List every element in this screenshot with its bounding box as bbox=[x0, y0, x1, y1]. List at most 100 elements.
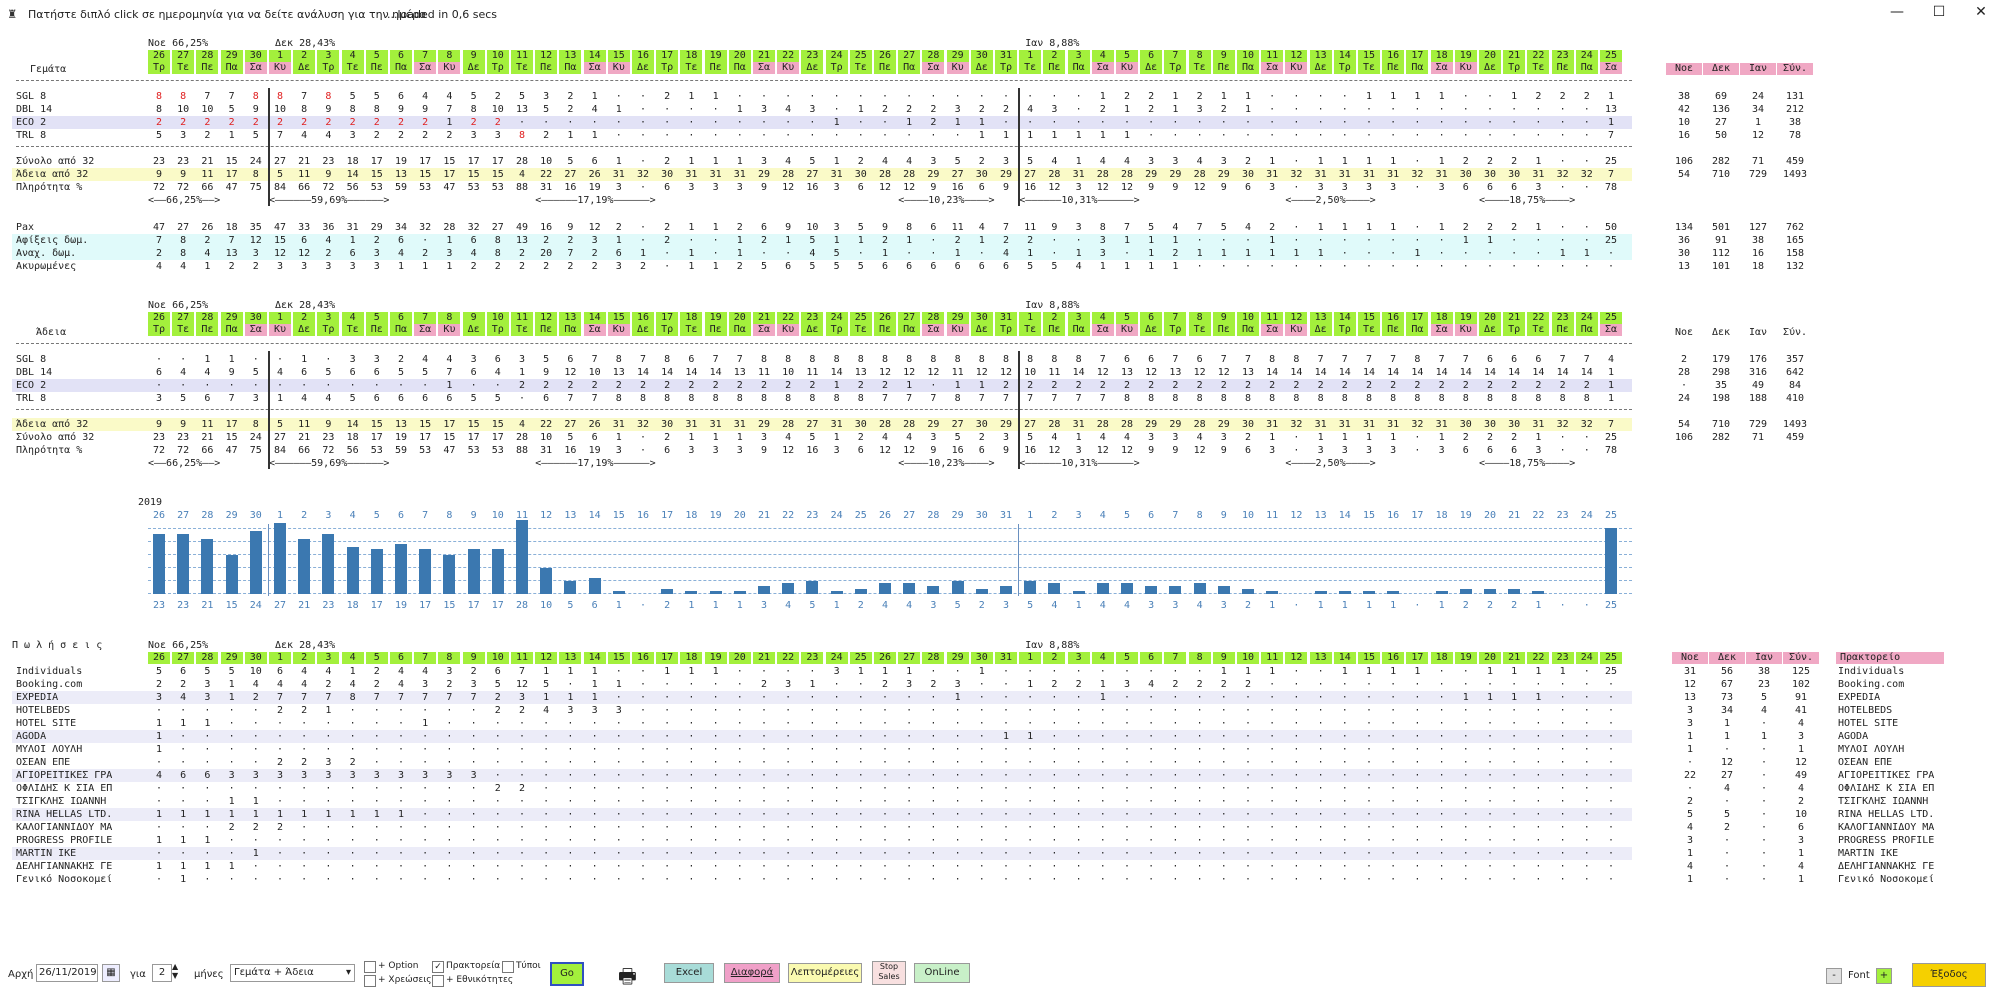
cell-value[interactable]: 8 bbox=[1406, 353, 1428, 366]
cell-value[interactable]: 3 bbox=[1382, 181, 1404, 194]
cell-value[interactable]: 2 bbox=[850, 379, 872, 392]
day-number[interactable]: 20 bbox=[728, 312, 751, 324]
cell-value[interactable]: · bbox=[705, 821, 727, 834]
cell-value[interactable]: · bbox=[1092, 769, 1114, 782]
day-number[interactable]: 7 bbox=[414, 312, 437, 324]
cell-value[interactable]: 5 bbox=[342, 392, 364, 405]
cell-value[interactable]: · bbox=[850, 795, 872, 808]
cell-value[interactable]: · bbox=[1068, 860, 1090, 873]
cell-value[interactable]: · bbox=[1479, 730, 1501, 743]
cell-value[interactable]: 3 bbox=[366, 769, 388, 782]
cell-value[interactable]: · bbox=[1237, 129, 1259, 142]
cell-value[interactable]: · bbox=[584, 782, 606, 795]
cell-value[interactable]: 3 bbox=[317, 769, 339, 782]
cell-value[interactable]: · bbox=[1068, 743, 1090, 756]
day-name[interactable]: Πε bbox=[196, 62, 219, 74]
cell-value[interactable]: 4 bbox=[293, 392, 315, 405]
cell-value[interactable]: 28 bbox=[1043, 418, 1065, 431]
exit-button[interactable]: Έξοδος bbox=[1912, 963, 1986, 987]
cell-value[interactable]: · bbox=[826, 691, 848, 704]
day-name[interactable]: Δε bbox=[462, 324, 485, 336]
cell-value[interactable]: · bbox=[777, 847, 799, 860]
cell-value[interactable]: · bbox=[1527, 704, 1549, 717]
cell-value[interactable]: · bbox=[535, 756, 557, 769]
cell-value[interactable]: · bbox=[874, 691, 896, 704]
cell-value[interactable]: · bbox=[1092, 782, 1114, 795]
day-number[interactable]: 12 bbox=[1285, 50, 1308, 62]
cell-value[interactable]: · bbox=[1189, 116, 1211, 129]
day-number[interactable]: 18 bbox=[680, 312, 703, 324]
cell-value[interactable]: · bbox=[463, 821, 485, 834]
cell-value[interactable]: 2 bbox=[1092, 103, 1114, 116]
cell-value[interactable]: · bbox=[1382, 873, 1404, 886]
cell-value[interactable]: · bbox=[656, 717, 678, 730]
cell-value[interactable]: · bbox=[1527, 808, 1549, 821]
cell-value[interactable]: 2 bbox=[148, 678, 170, 691]
cell-value[interactable]: 3 bbox=[148, 392, 170, 405]
chart-bar[interactable] bbox=[927, 586, 940, 594]
cell-value[interactable]: · bbox=[245, 717, 267, 730]
day-number[interactable]: 2 bbox=[1043, 652, 1066, 664]
cell-value[interactable]: · bbox=[874, 769, 896, 782]
cell-value[interactable]: 3 bbox=[342, 353, 364, 366]
cell-value[interactable]: · bbox=[1237, 873, 1259, 886]
cell-value[interactable]: 3 bbox=[1140, 155, 1162, 168]
cell-value[interactable]: 2 bbox=[559, 379, 581, 392]
cell-value[interactable]: 7 bbox=[971, 392, 993, 405]
cell-value[interactable]: 1 bbox=[1116, 129, 1138, 142]
cell-value[interactable]: · bbox=[971, 691, 993, 704]
cell-value[interactable]: · bbox=[777, 860, 799, 873]
cell-value[interactable]: · bbox=[1116, 704, 1138, 717]
cell-value[interactable]: 16 bbox=[1019, 444, 1041, 457]
cell-value[interactable]: · bbox=[342, 379, 364, 392]
cell-value[interactable]: 17 bbox=[487, 431, 509, 444]
cell-value[interactable]: 1 bbox=[559, 665, 581, 678]
cell-value[interactable]: 84 bbox=[269, 181, 291, 194]
cell-value[interactable]: · bbox=[535, 873, 557, 886]
cell-value[interactable]: 3 bbox=[1261, 444, 1283, 457]
day-number[interactable]: 14 bbox=[583, 652, 606, 664]
cell-value[interactable]: · bbox=[535, 782, 557, 795]
cell-value[interactable]: · bbox=[1406, 234, 1428, 247]
cell-value[interactable]: · bbox=[463, 795, 485, 808]
cell-value[interactable]: 1 bbox=[1527, 155, 1549, 168]
day-number[interactable]: 27 bbox=[898, 50, 921, 62]
cell-value[interactable]: 3 bbox=[922, 155, 944, 168]
cell-value[interactable]: · bbox=[777, 834, 799, 847]
cell-value[interactable]: 24 bbox=[245, 155, 267, 168]
cell-value[interactable]: · bbox=[1164, 129, 1186, 142]
cell-value[interactable]: 8 bbox=[511, 129, 533, 142]
cell-value[interactable]: · bbox=[559, 769, 581, 782]
day-name[interactable]: Κυ bbox=[1116, 324, 1138, 336]
cell-value[interactable]: 8 bbox=[317, 90, 339, 103]
day-number[interactable]: 30 bbox=[970, 312, 993, 324]
cell-value[interactable]: · bbox=[632, 444, 654, 457]
cell-value[interactable]: · bbox=[1310, 730, 1332, 743]
cell-value[interactable]: 31 bbox=[1431, 418, 1453, 431]
cell-value[interactable]: · bbox=[487, 847, 509, 860]
cell-value[interactable]: · bbox=[1334, 730, 1356, 743]
cell-value[interactable]: · bbox=[1576, 782, 1598, 795]
day-name[interactable]: Κυ bbox=[1454, 324, 1477, 336]
cell-value[interactable]: · bbox=[656, 756, 678, 769]
day-number[interactable]: 14 bbox=[1333, 50, 1356, 62]
cell-value[interactable]: · bbox=[753, 834, 775, 847]
cell-value[interactable]: · bbox=[390, 756, 412, 769]
cell-value[interactable]: 6 bbox=[850, 444, 872, 457]
day-number[interactable]: 22 bbox=[1527, 50, 1550, 62]
cell-value[interactable]: 2 bbox=[511, 704, 533, 717]
cell-value[interactable]: 29 bbox=[922, 418, 944, 431]
cell-value[interactable]: 13 bbox=[1600, 103, 1622, 116]
cell-value[interactable]: 1 bbox=[1213, 665, 1235, 678]
cell-value[interactable]: 7 bbox=[1092, 392, 1114, 405]
printer-icon[interactable]: 🖶 bbox=[618, 962, 637, 996]
cell-value[interactable]: 1 bbox=[1164, 234, 1186, 247]
day-number[interactable]: 31 bbox=[995, 312, 1017, 324]
cell-value[interactable]: 1 bbox=[971, 129, 993, 142]
cell-value[interactable]: · bbox=[511, 756, 533, 769]
cell-value[interactable]: 1 bbox=[148, 717, 170, 730]
day-number[interactable]: 27 bbox=[898, 652, 921, 664]
cell-value[interactable]: 2 bbox=[1116, 379, 1138, 392]
cell-value[interactable]: · bbox=[1140, 860, 1162, 873]
cell-value[interactable]: · bbox=[1527, 234, 1549, 247]
